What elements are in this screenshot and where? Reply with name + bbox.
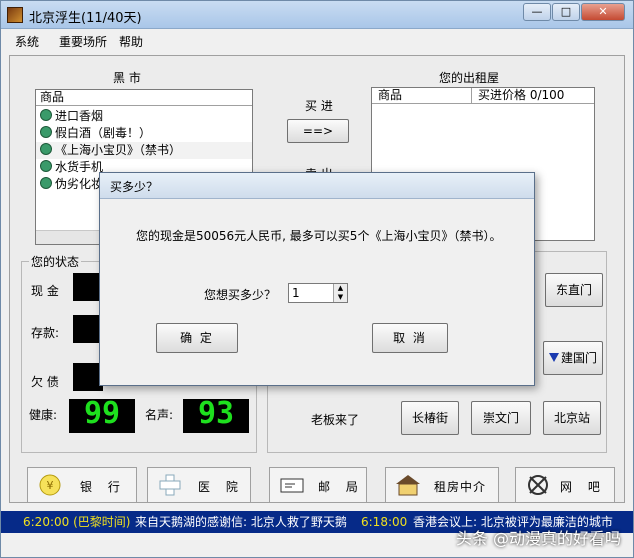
list-item[interactable]: 水货手机 — [40, 159, 103, 176]
boss-coming-text[interactable]: 老板来了 — [311, 411, 359, 428]
flag-icon — [548, 353, 559, 362]
location-button-beijing-station[interactable]: 北京站 — [543, 401, 601, 435]
watermark: 头条 @动漫真的好看吗 — [455, 529, 621, 548]
nav-post-office-button[interactable]: 邮 局 — [269, 467, 367, 503]
rental-title: 您的出租屋 — [439, 71, 500, 85]
internet-cafe-icon — [524, 472, 552, 498]
title-bar[interactable]: 北京浮生(11/40天) — □ ✕ — [1, 1, 633, 29]
quantity-stepper[interactable]: 1 ▲ ▼ — [288, 283, 348, 303]
debt-label: 欠 债 — [31, 375, 59, 389]
ticker-time-1: 6:20:00 (巴黎时间) — [23, 515, 131, 529]
buy-button[interactable]: ==> — [287, 119, 349, 143]
fame-label: 名声: — [145, 408, 174, 422]
post-office-icon — [278, 472, 306, 498]
location-button-changchunjie[interactable]: 长椿街 — [401, 401, 459, 435]
location-button-dongzhimen[interactable]: 东直门 — [545, 273, 603, 307]
rental-col-goods: 商品 — [372, 88, 472, 104]
nav-rental-agency-button[interactable]: 租房中介 — [385, 467, 499, 503]
location-button-jianguomen[interactable]: 建国门 — [543, 341, 603, 375]
dialog-title: 买多少？ — [110, 180, 159, 194]
rental-agency-icon — [394, 472, 422, 498]
buy-label: 买 进 — [305, 99, 333, 113]
goods-bag-icon — [40, 177, 52, 189]
nav-bank-label: 银 行 — [80, 480, 126, 494]
goods-bag-icon — [40, 126, 52, 138]
deposit-label: 存款: — [31, 326, 60, 340]
quantity-value[interactable]: 1 — [292, 286, 300, 300]
health-value: 99 — [69, 399, 135, 433]
close-button[interactable]: ✕ — [581, 3, 625, 21]
health-label: 健康: — [29, 408, 58, 422]
black-market-header: 商品 — [36, 90, 252, 106]
minimize-button[interactable]: — — [523, 3, 551, 21]
ticker-time-2: 6:18:00 — [361, 515, 408, 529]
cash-label: 现 金 — [31, 284, 59, 298]
goods-bag-icon — [40, 109, 52, 121]
nav-hospital-label: 医 院 — [198, 480, 244, 494]
menu-help[interactable]: 帮助 — [119, 33, 143, 50]
nav-internet-cafe-label: 网 吧 — [560, 480, 606, 494]
spin-down-icon[interactable]: ▼ — [334, 293, 347, 302]
hospital-icon — [156, 472, 184, 498]
status-title: 您的状态 — [29, 253, 82, 270]
ok-button[interactable]: 确 定 — [156, 323, 238, 353]
black-market-title: 黑 市 — [113, 71, 141, 85]
dialog-title-bar[interactable]: 买多少？ — [100, 173, 534, 199]
list-item[interactable]: 进口香烟 — [40, 108, 103, 125]
nav-internet-cafe-button[interactable]: 网 吧 — [515, 467, 615, 503]
svg-text:¥: ¥ — [47, 479, 54, 492]
list-item-selected[interactable]: 《上海小宝贝》（禁书） — [36, 142, 252, 159]
game-window: 北京浮生(11/40天) — □ ✕ 系统 重要场所 帮助 黑 市 商品 进口香… — [0, 0, 634, 558]
rental-col-price: 买进价格 0/100 — [472, 88, 594, 104]
menu-important-places[interactable]: 重要场所 — [59, 33, 107, 50]
goods-bag-icon — [40, 143, 52, 155]
app-icon — [7, 7, 23, 23]
bank-icon: ¥ — [36, 472, 64, 498]
spin-up-icon[interactable]: ▲ — [334, 284, 347, 293]
buy-quantity-dialog: 买多少？ 您的现金是50056元人民币, 最多可以买5个《上海小宝贝》（禁书）。… — [99, 172, 535, 386]
quantity-prompt: 您想买多少？ — [204, 288, 277, 302]
menu-system[interactable]: 系统 — [15, 33, 39, 50]
nav-bank-button[interactable]: ¥ 银 行 — [27, 467, 137, 503]
goods-bag-icon — [40, 160, 52, 172]
fame-value: 93 — [183, 399, 249, 433]
list-item[interactable]: 假白酒（剧毒！） — [40, 125, 151, 142]
spin-buttons[interactable]: ▲ ▼ — [333, 284, 347, 302]
nav-hospital-button[interactable]: 医 院 — [147, 467, 251, 503]
maximize-button[interactable]: □ — [552, 3, 580, 21]
nav-post-office-label: 邮 局 — [318, 480, 364, 494]
dialog-message: 您的现金是50056元人民币, 最多可以买5个《上海小宝贝》（禁书）。 — [136, 229, 502, 243]
menu-bar: 系统 重要场所 帮助 — [1, 29, 633, 51]
location-button-chongwenmen[interactable]: 崇文门 — [471, 401, 531, 435]
ticker-message-1: 来自天鹅湖的感谢信: 北京人救了野天鹅 — [135, 515, 347, 529]
nav-rental-agency-label: 租房中介 — [434, 480, 487, 494]
cancel-button[interactable]: 取 消 — [372, 323, 448, 353]
window-title: 北京浮生(11/40天) — [29, 11, 142, 26]
